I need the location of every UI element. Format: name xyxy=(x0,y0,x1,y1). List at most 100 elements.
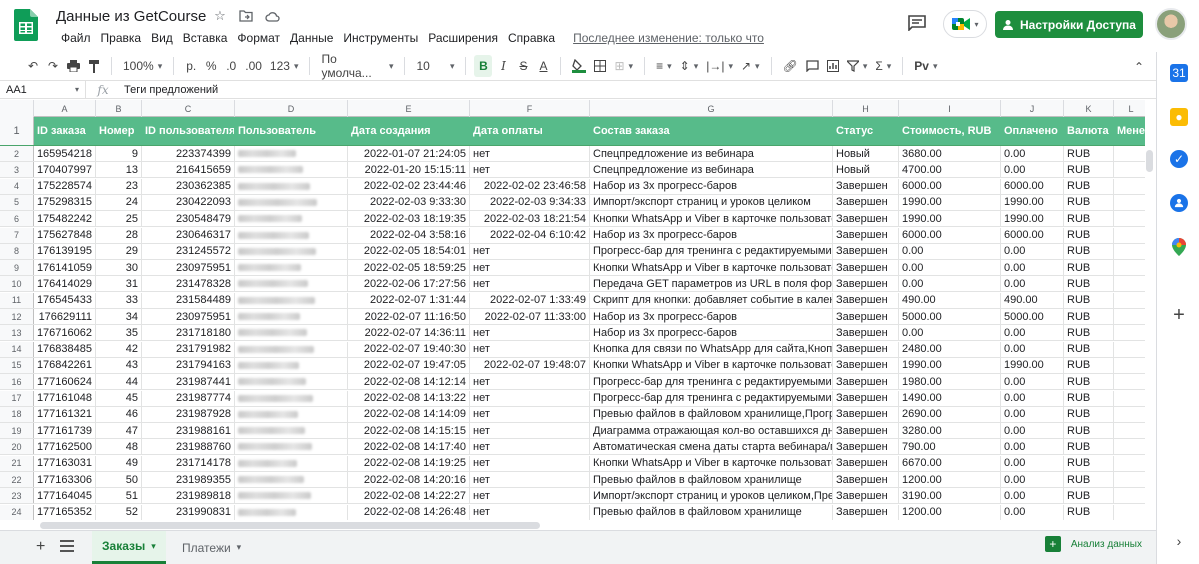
user-cell-redacted[interactable] xyxy=(235,390,348,406)
fill-color-icon[interactable] xyxy=(569,55,589,77)
cell[interactable] xyxy=(1114,488,1145,503)
column-header-b[interactable]: B xyxy=(96,100,142,117)
text-wrap-icon[interactable]: |→| xyxy=(703,55,736,77)
header-cell[interactable]: Номер xyxy=(96,117,142,145)
addon-icon[interactable]: Pv xyxy=(911,55,940,77)
cell-id[interactable]: 177163306 xyxy=(34,472,96,487)
horizontal-align-icon[interactable]: ≡ xyxy=(653,55,675,77)
cell-comp[interactable]: Прогресс-бар для тренинга с редактируемы… xyxy=(590,390,833,406)
cell-paid_sum[interactable]: 0.00 xyxy=(1001,146,1064,161)
cell-status[interactable]: Завершен xyxy=(833,178,899,194)
cell-id[interactable]: 175298315 xyxy=(34,194,96,210)
cloud-status-icon[interactable] xyxy=(264,8,280,24)
last-edit-link[interactable]: Последнее изменение: только что xyxy=(568,30,769,46)
menu-extensions[interactable]: Расширения xyxy=(423,30,503,46)
cell[interactable] xyxy=(1114,309,1145,324)
cell-paid_sum[interactable]: 0.00 xyxy=(1001,439,1064,455)
cell-id[interactable]: 176141059 xyxy=(34,260,96,276)
decrease-decimal-button[interactable]: .0 xyxy=(222,55,240,77)
cell[interactable] xyxy=(1114,374,1145,389)
cell-id[interactable]: 176139195 xyxy=(34,243,96,259)
cell-id[interactable]: 177161048 xyxy=(34,390,96,406)
zoom-select[interactable]: 100% xyxy=(120,55,165,77)
cell[interactable] xyxy=(1114,244,1145,259)
cell-created[interactable]: 2022-02-08 14:14:09 xyxy=(348,406,470,422)
cell-cost[interactable]: 1200.00 xyxy=(899,472,1001,487)
cell[interactable] xyxy=(1114,342,1145,357)
header-cell[interactable]: Оплачено xyxy=(1001,117,1064,145)
merge-cells-icon[interactable]: ⊞ xyxy=(611,55,636,77)
cell-created[interactable]: 2022-02-07 14:36:11 xyxy=(348,325,470,341)
percent-format-button[interactable]: % xyxy=(202,55,220,77)
cell-paid_sum[interactable]: 6000.00 xyxy=(1001,227,1064,243)
cell-cost[interactable]: 0.00 xyxy=(899,325,1001,341)
cell-paid[interactable]: 2022-02-07 11:33:00 xyxy=(470,309,590,324)
cell-cur[interactable]: RUB xyxy=(1064,146,1114,161)
cell-comp[interactable]: Прогресс-бар для тренинга с редактируемы… xyxy=(590,243,833,259)
cell-created[interactable]: 2022-02-08 14:17:40 xyxy=(348,439,470,455)
header-cell[interactable]: Дата оплаты xyxy=(470,117,590,145)
cell[interactable] xyxy=(1114,211,1145,226)
cell-paid[interactable]: нет xyxy=(470,455,590,471)
cell-uid[interactable]: 231791982 xyxy=(142,341,235,357)
row-number[interactable]: 16 xyxy=(0,374,34,390)
cell-paid_sum[interactable]: 1990.00 xyxy=(1001,211,1064,227)
cell-num[interactable]: 43 xyxy=(96,357,142,373)
header-cell[interactable]: Менеджер xyxy=(1114,117,1145,145)
cell-id[interactable]: 177162500 xyxy=(34,439,96,455)
cell-uid[interactable]: 231988760 xyxy=(142,439,235,455)
cell-cost[interactable]: 6670.00 xyxy=(899,455,1001,471)
cell-status[interactable]: Завершен xyxy=(833,455,899,471)
insert-chart-icon[interactable] xyxy=(824,55,842,77)
borders-icon[interactable] xyxy=(591,55,609,77)
cell-id[interactable]: 177165352 xyxy=(34,504,96,520)
cell-created[interactable]: 2022-02-07 1:31:44 xyxy=(348,292,470,308)
cell-cur[interactable]: RUB xyxy=(1064,374,1114,390)
chevron-right-icon[interactable]: › xyxy=(1170,532,1188,550)
cell-comp[interactable]: Набор из 3х прогресс-баров xyxy=(590,227,833,243)
cell-paid_sum[interactable]: 0.00 xyxy=(1001,423,1064,439)
cell-id[interactable]: 176629111 xyxy=(34,309,96,324)
filter-icon[interactable] xyxy=(844,55,871,77)
cell-cur[interactable]: RUB xyxy=(1064,162,1114,178)
cell-created[interactable]: 2022-02-08 14:13:22 xyxy=(348,390,470,406)
cell-paid[interactable]: нет xyxy=(470,341,590,357)
cell-created[interactable]: 2022-02-07 19:47:05 xyxy=(348,357,470,373)
sheet-tab-orders[interactable]: Заказы xyxy=(92,531,166,564)
cell-id[interactable]: 176716062 xyxy=(34,325,96,341)
cell-created[interactable]: 2022-02-07 11:16:50 xyxy=(348,309,470,324)
cell-cost[interactable]: 6000.00 xyxy=(899,227,1001,243)
cell-num[interactable]: 47 xyxy=(96,423,142,439)
cell-paid[interactable]: нет xyxy=(470,406,590,422)
cell-created[interactable]: 2022-01-07 21:24:05 xyxy=(348,146,470,161)
cell-created[interactable]: 2022-02-06 17:27:56 xyxy=(348,276,470,292)
column-header-j[interactable]: J xyxy=(1001,100,1064,117)
cell-cost[interactable]: 1990.00 xyxy=(899,357,1001,373)
cell-id[interactable]: 175228574 xyxy=(34,178,96,194)
cell-num[interactable]: 24 xyxy=(96,194,142,210)
cell-paid[interactable]: нет xyxy=(470,162,590,178)
cell-paid[interactable]: нет xyxy=(470,260,590,276)
share-button[interactable]: Настройки Доступа xyxy=(995,11,1143,38)
cell-paid_sum[interactable]: 5000.00 xyxy=(1001,309,1064,324)
cell-cur[interactable]: RUB xyxy=(1064,504,1114,520)
user-cell-redacted[interactable] xyxy=(235,260,348,276)
cell-paid_sum[interactable]: 0.00 xyxy=(1001,243,1064,259)
column-header-i[interactable]: I xyxy=(899,100,1001,117)
cell-comp[interactable]: Спецпредложение из вебинара xyxy=(590,162,833,178)
user-cell-redacted[interactable] xyxy=(235,292,348,308)
cell[interactable] xyxy=(1114,276,1145,291)
cell-paid_sum[interactable]: 0.00 xyxy=(1001,325,1064,341)
cell-num[interactable]: 33 xyxy=(96,292,142,308)
cell-paid_sum[interactable]: 0.00 xyxy=(1001,455,1064,471)
cell-paid[interactable]: нет xyxy=(470,276,590,292)
user-cell-redacted[interactable] xyxy=(235,227,348,243)
cell-id[interactable]: 177160624 xyxy=(34,374,96,390)
cell-uid[interactable]: 231714178 xyxy=(142,455,235,471)
cell-status[interactable]: Новый xyxy=(833,162,899,178)
cell-comp[interactable]: Кнопки WhatsApp и Viber в карточке польз… xyxy=(590,455,833,471)
cell-created[interactable]: 2022-02-02 23:44:46 xyxy=(348,178,470,194)
cell-cost[interactable]: 2480.00 xyxy=(899,341,1001,357)
cell-cost[interactable]: 0.00 xyxy=(899,243,1001,259)
avatar[interactable] xyxy=(1155,8,1187,40)
